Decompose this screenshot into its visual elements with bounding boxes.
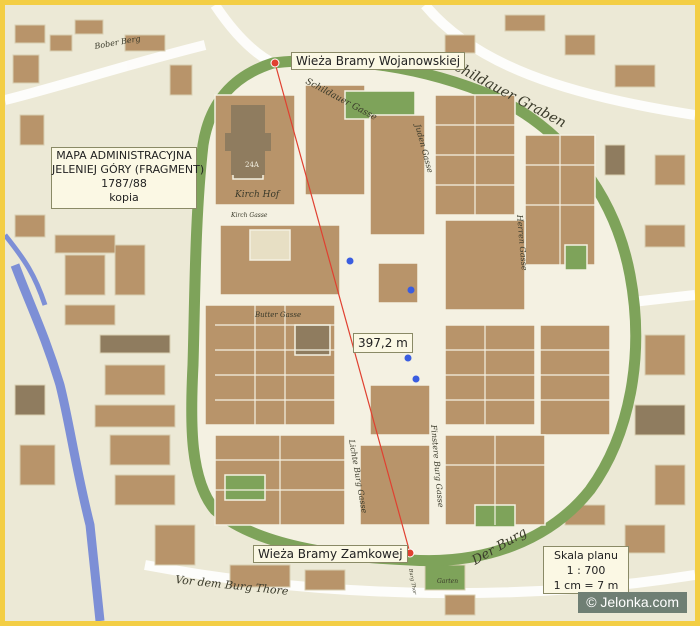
map-title-box: MAPA ADMINISTRACYJNA JELENIEJ GÓRY (FRAG… bbox=[51, 147, 205, 209]
title-line-4: kopia bbox=[109, 191, 139, 204]
town-map[interactable]: 24A Bober Berg Schildauer Gasse Juden Ga… bbox=[5, 5, 695, 621]
label-butter-gasse: Butter Gasse bbox=[254, 311, 301, 319]
church: 24A bbox=[225, 105, 271, 175]
label-garten: Garten bbox=[437, 578, 458, 585]
title-line-1: MAPA ADMINISTRACYJNA bbox=[56, 149, 192, 162]
title-line-3: 1787/88 bbox=[101, 177, 147, 190]
map-frame: 24A Bober Berg Schildauer Gasse Juden Ga… bbox=[0, 0, 700, 626]
scale-line-1: Skala planu bbox=[554, 549, 618, 562]
scale-line-3: 1 cm = 7 m bbox=[553, 579, 619, 592]
tower-south-label: Wieża Bramy Zamkowej bbox=[253, 545, 408, 563]
scale-box: Skala planu 1 : 700 1 cm = 7 m bbox=[543, 546, 629, 594]
distance-label: 397,2 m bbox=[353, 333, 413, 353]
scale-line-2: 1 : 700 bbox=[566, 564, 606, 577]
label-kirch-gasse: Kirch Gasse bbox=[230, 212, 268, 219]
label-kirch-hof: Kirch Hof bbox=[234, 190, 281, 200]
tower-north-label: Wieża Bramy Wojanowskiej bbox=[291, 52, 466, 70]
credit-watermark: © Jelonka.com bbox=[578, 592, 687, 613]
svg-text:24A: 24A bbox=[245, 161, 260, 169]
tower-north-point[interactable] bbox=[270, 58, 280, 68]
title-line-2: JELENIEJ GÓRY (FRAGMENT) bbox=[52, 163, 205, 176]
